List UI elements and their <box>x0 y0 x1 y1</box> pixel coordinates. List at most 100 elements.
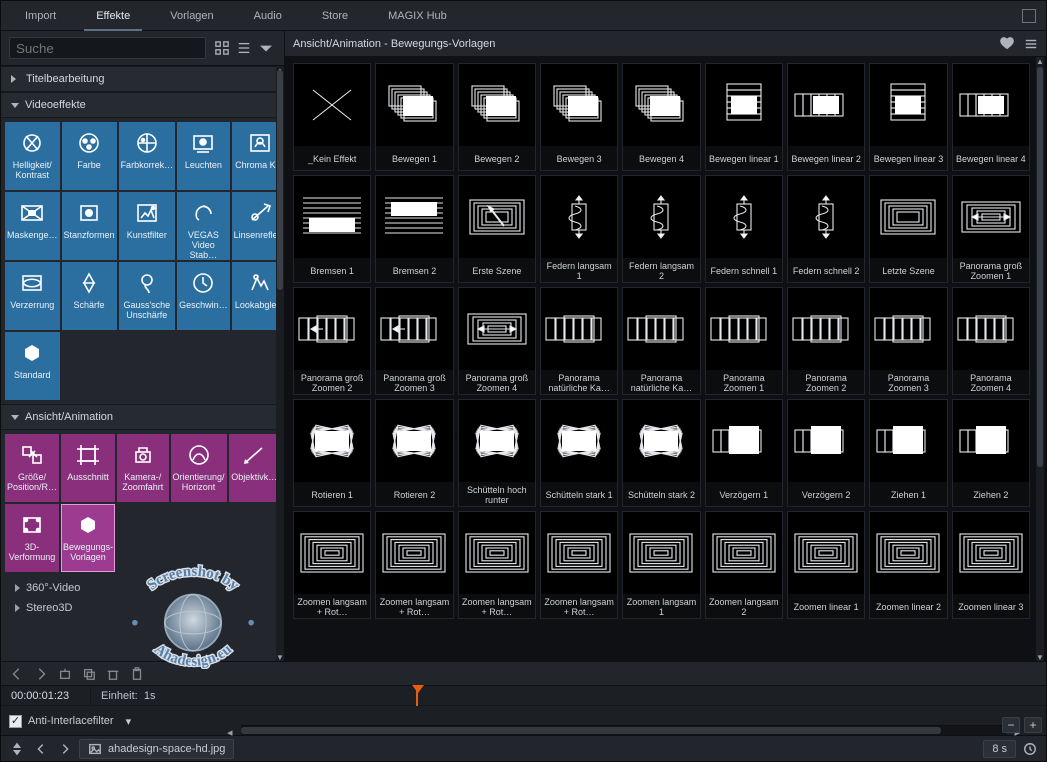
dropdown-small-icon[interactable]: ▾ <box>126 715 132 728</box>
dropdown-icon[interactable] <box>256 38 276 58</box>
template-item[interactable]: Zoomen linear 2 <box>869 511 947 619</box>
template-item[interactable]: Erste Szene <box>458 175 536 283</box>
add-icon[interactable] <box>55 665 75 683</box>
vfx-tile[interactable]: VEGASVideo Stab… <box>177 192 230 260</box>
timecode[interactable]: 00:00:01:23 <box>1 686 91 705</box>
timeline-scrollbar[interactable]: ◂▸ <box>241 725 1006 735</box>
section-stereo3d[interactable]: Stereo3D <box>1 598 284 618</box>
vfx-tile[interactable]: Helligkeit/Kontrast <box>5 122 60 190</box>
prev-icon[interactable] <box>7 665 27 683</box>
tab-effects[interactable]: Effekte <box>76 1 150 31</box>
maximize-icon[interactable] <box>1022 9 1036 23</box>
vfx-tile[interactable]: Geschwin… <box>177 262 230 330</box>
template-item[interactable]: Panorama Zoomen 1 <box>705 287 783 395</box>
tab-audio[interactable]: Audio <box>234 1 302 31</box>
anim-tile[interactable]: 3D-Verformung <box>5 504 59 572</box>
template-item[interactable]: Bewegen linear 3 <box>869 63 947 171</box>
favorite-icon[interactable] <box>1000 37 1014 51</box>
search-input[interactable] <box>9 37 206 59</box>
track-prev-icon[interactable] <box>31 740 51 758</box>
template-item[interactable]: Panorama groß Zoomen 2 <box>293 287 371 395</box>
template-item[interactable]: Bewegen 2 <box>458 63 536 171</box>
template-item[interactable]: Schütteln hoch runter <box>458 399 536 507</box>
template-item[interactable]: Zoomen langsam + Rot… <box>540 511 618 619</box>
template-item[interactable]: Bewegen 4 <box>622 63 700 171</box>
template-item[interactable]: Ziehen 2 <box>952 399 1030 507</box>
delete-icon[interactable] <box>103 665 123 683</box>
tab-templates[interactable]: Vorlagen <box>150 1 233 31</box>
clip-chip[interactable]: ahadesign-space-hd.jpg <box>79 739 234 759</box>
template-item[interactable]: Panorama natürliche Ka… <box>622 287 700 395</box>
template-item[interactable]: Bremsen 1 <box>293 175 371 283</box>
anim-tile[interactable]: Objektivk… <box>229 434 280 502</box>
template-item[interactable]: Bewegen linear 4 <box>952 63 1030 171</box>
anti-interlace-checkbox[interactable]: ✓ <box>9 715 22 728</box>
template-item[interactable]: Bewegen linear 2 <box>787 63 865 171</box>
template-item[interactable]: Letzte Szene <box>869 175 947 283</box>
track-next-icon[interactable] <box>55 740 75 758</box>
template-item[interactable]: Zoomen langsam 2 <box>705 511 783 619</box>
view-grid-icon[interactable] <box>212 38 232 58</box>
menu-icon[interactable] <box>1024 37 1038 51</box>
anim-tile[interactable]: Ausschnitt <box>61 434 115 502</box>
template-item[interactable]: Panorama groß Zoomen 3 <box>375 287 453 395</box>
template-item[interactable]: Zoomen linear 3 <box>952 511 1030 619</box>
vfx-tile[interactable]: Leuchten <box>177 122 230 190</box>
template-item[interactable]: Zoomen langsam + Rot… <box>293 511 371 619</box>
anim-tile[interactable]: Orientierung/Horizont <box>171 434 227 502</box>
template-item[interactable]: Bewegen 1 <box>375 63 453 171</box>
zoom-out-button[interactable]: − <box>1002 717 1020 733</box>
playhead-icon[interactable] <box>416 686 418 706</box>
template-item[interactable]: Verzögern 2 <box>787 399 865 507</box>
template-item[interactable]: Federn schnell 1 <box>705 175 783 283</box>
vfx-tile[interactable]: Gauss'scheUnschärfe <box>119 262 176 330</box>
tab-import[interactable]: Import <box>5 1 76 31</box>
left-scrollbar[interactable]: ▲ ▼ <box>276 66 284 661</box>
vfx-tile[interactable]: Maskenge… <box>5 192 60 260</box>
vfx-tile[interactable]: Standard <box>5 332 60 400</box>
view-list-icon[interactable] <box>234 38 254 58</box>
template-item[interactable]: Bremsen 2 <box>375 175 453 283</box>
template-item[interactable]: Rotieren 2 <box>375 399 453 507</box>
section-360-video[interactable]: 360°-Video <box>1 578 284 598</box>
template-item[interactable]: Panorama Zoomen 2 <box>787 287 865 395</box>
clip-duration[interactable]: 8 s <box>983 740 1016 758</box>
vfx-tile[interactable]: Schärfe <box>62 262 117 330</box>
template-item[interactable]: Panorama groß Zoomen 1 <box>952 175 1030 283</box>
template-item[interactable]: Zoomen langsam + Rot… <box>458 511 536 619</box>
vfx-tile[interactable]: Verzerrung <box>5 262 60 330</box>
template-item[interactable]: Panorama Zoomen 3 <box>869 287 947 395</box>
tab-magixhub[interactable]: MAGIX Hub <box>368 1 467 31</box>
tab-store[interactable]: Store <box>302 1 368 31</box>
template-item[interactable]: _Kein Effekt <box>293 63 371 171</box>
paste-icon[interactable] <box>127 665 147 683</box>
anim-tile[interactable]: Größe/Position/R… <box>5 434 59 502</box>
template-item[interactable]: Federn schnell 2 <box>787 175 865 283</box>
template-item[interactable]: Bewegen linear 1 <box>705 63 783 171</box>
template-item[interactable]: Zoomen langsam + Rot… <box>375 511 453 619</box>
section-video-effects[interactable]: Videoeffekte <box>1 92 284 118</box>
template-item[interactable]: Verzögern 1 <box>705 399 783 507</box>
template-item[interactable]: Schütteln stark 1 <box>540 399 618 507</box>
anim-tile[interactable]: Bewegungs-Vorlagen <box>61 504 115 572</box>
timeline-ruler[interactable] <box>241 686 1006 706</box>
template-item[interactable]: Zoomen linear 1 <box>787 511 865 619</box>
section-view-animation[interactable]: Ansicht/Animation <box>1 404 284 430</box>
template-item[interactable]: Zoomen langsam 1 <box>622 511 700 619</box>
template-item[interactable]: Bewegen 3 <box>540 63 618 171</box>
vfx-tile[interactable]: Kunstfilter <box>119 192 176 260</box>
copy-icon[interactable] <box>79 665 99 683</box>
vfx-tile[interactable]: Farbkorrek… <box>119 122 176 190</box>
unit-value[interactable]: 1s <box>144 690 156 702</box>
template-item[interactable]: Schütteln stark 2 <box>622 399 700 507</box>
template-item[interactable]: Panorama groß Zoomen 4 <box>458 287 536 395</box>
gallery-scrollbar[interactable]: ▲ ▼ <box>1036 57 1044 661</box>
anim-tile[interactable]: Kamera-/Zoomfahrt <box>117 434 168 502</box>
template-item[interactable]: Ziehen 1 <box>869 399 947 507</box>
vfx-tile[interactable]: Farbe <box>62 122 117 190</box>
template-item[interactable]: Federn langsam 2 <box>622 175 700 283</box>
template-item[interactable]: Panorama natürliche Ka… <box>540 287 618 395</box>
zoom-in-button[interactable]: + <box>1024 717 1042 733</box>
vfx-tile[interactable]: Stanzformen <box>62 192 117 260</box>
track-updown-icon[interactable] <box>7 740 27 758</box>
